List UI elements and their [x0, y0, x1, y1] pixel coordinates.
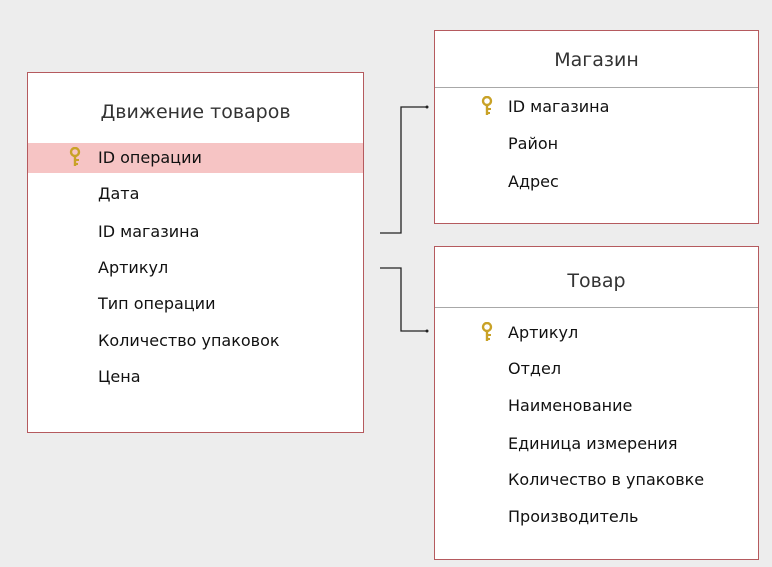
relation-line-store[interactable]: [380, 106, 426, 234]
relation-line-product[interactable]: [380, 267, 426, 332]
relation-endpoint-store: [425, 105, 429, 109]
relation-endpoint-product: [425, 329, 429, 333]
relationship-lines: [380, 105, 429, 333]
